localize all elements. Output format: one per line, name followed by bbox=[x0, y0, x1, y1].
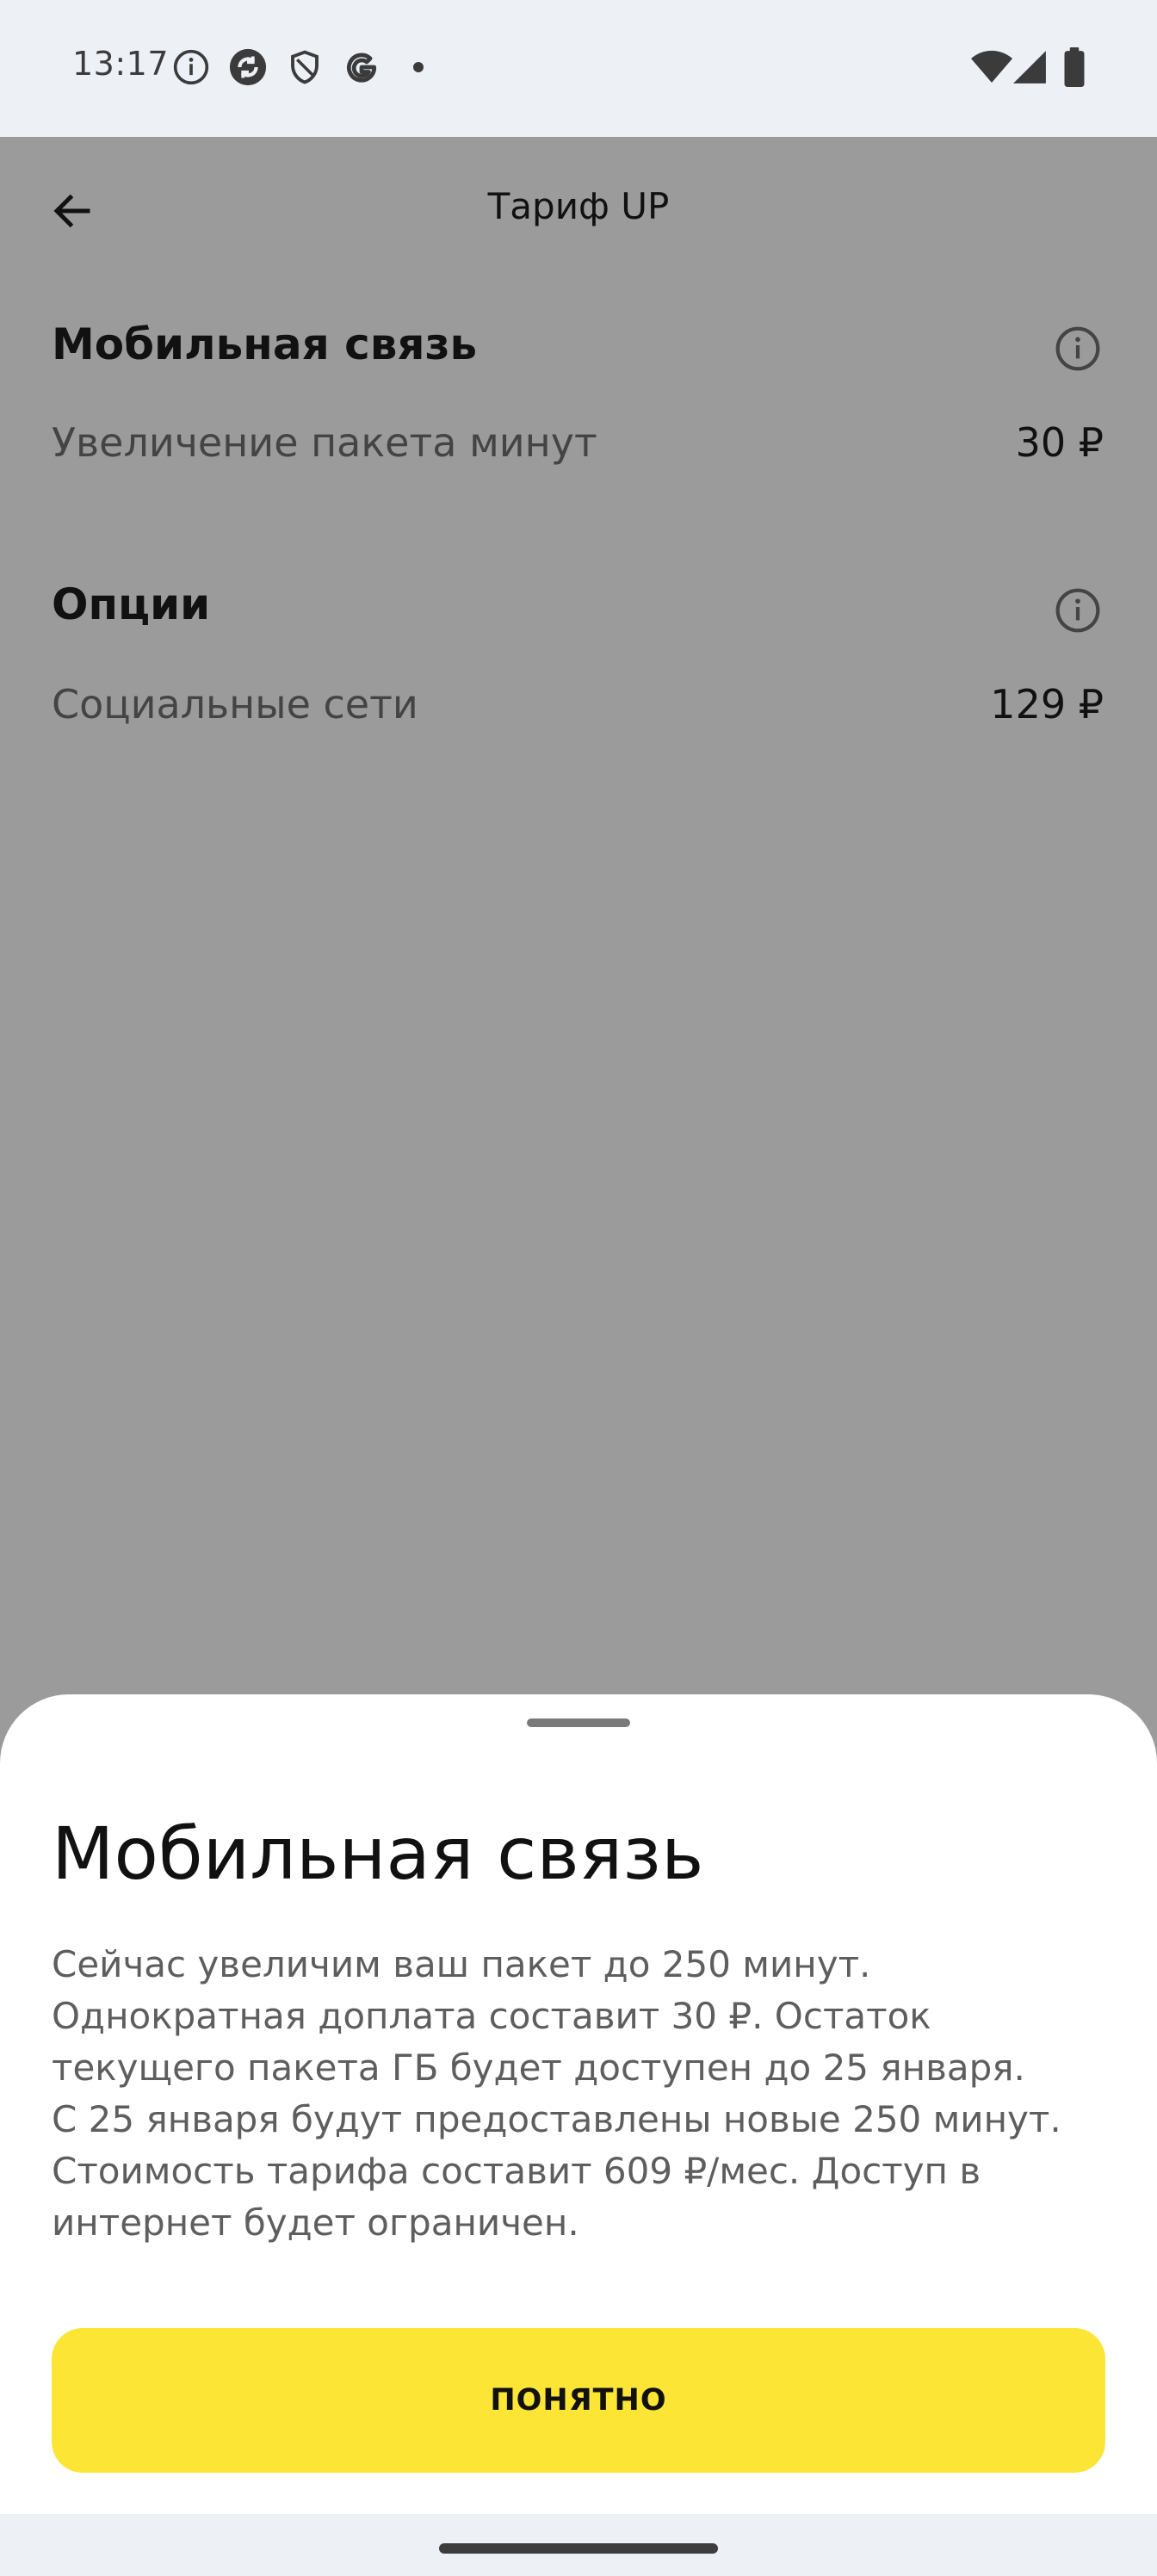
dot-icon bbox=[398, 46, 439, 88]
info-button-mobile[interactable] bbox=[1052, 323, 1104, 375]
row-label-minutes: Увеличение пакета минут bbox=[52, 419, 597, 466]
info-button-options[interactable] bbox=[1052, 585, 1104, 636]
sheet-description: Сейчас увеличим ваш пакет до 250 минут. … bbox=[52, 1939, 1111, 2249]
sync-icon bbox=[227, 46, 269, 88]
info-icon bbox=[1055, 588, 1100, 633]
battery-icon bbox=[1054, 46, 1095, 88]
row-label-social: Социальные сети bbox=[52, 681, 418, 728]
sheet-drag-handle[interactable] bbox=[527, 1718, 630, 1727]
info-icon bbox=[1055, 326, 1100, 371]
sheet-paragraph: Сейчас увеличим ваш пакет до 250 минут. … bbox=[52, 1943, 1025, 2089]
row-price-minutes: 30 ₽ bbox=[1015, 419, 1104, 466]
section-heading-options: Опции bbox=[52, 579, 211, 629]
app-bar: Тариф UP bbox=[0, 137, 1157, 282]
sheet-title: Мобильная связь bbox=[52, 1811, 704, 1896]
section-heading-mobile: Мобильная связь bbox=[52, 319, 478, 369]
shield-icon bbox=[284, 46, 325, 88]
status-bar: 13:17 bbox=[0, 0, 1157, 137]
page-title: Тариф UP bbox=[487, 185, 670, 227]
got-it-button[interactable]: ПОНЯТНО bbox=[52, 2328, 1105, 2473]
bottom-sheet: Мобильная связь Сейчас увеличим ваш паке… bbox=[0, 1694, 1157, 2514]
status-time: 13:17 bbox=[72, 45, 170, 83]
home-gesture-handle[interactable] bbox=[439, 2543, 718, 2554]
cell-signal-icon bbox=[1009, 46, 1050, 88]
info-icon bbox=[170, 46, 212, 88]
sheet-paragraph: С 25 января будут предоставлены новые 25… bbox=[52, 2098, 1061, 2244]
google-icon bbox=[341, 46, 382, 88]
navigation-bar bbox=[0, 2514, 1157, 2576]
row-price-social: 129 ₽ bbox=[990, 681, 1104, 728]
